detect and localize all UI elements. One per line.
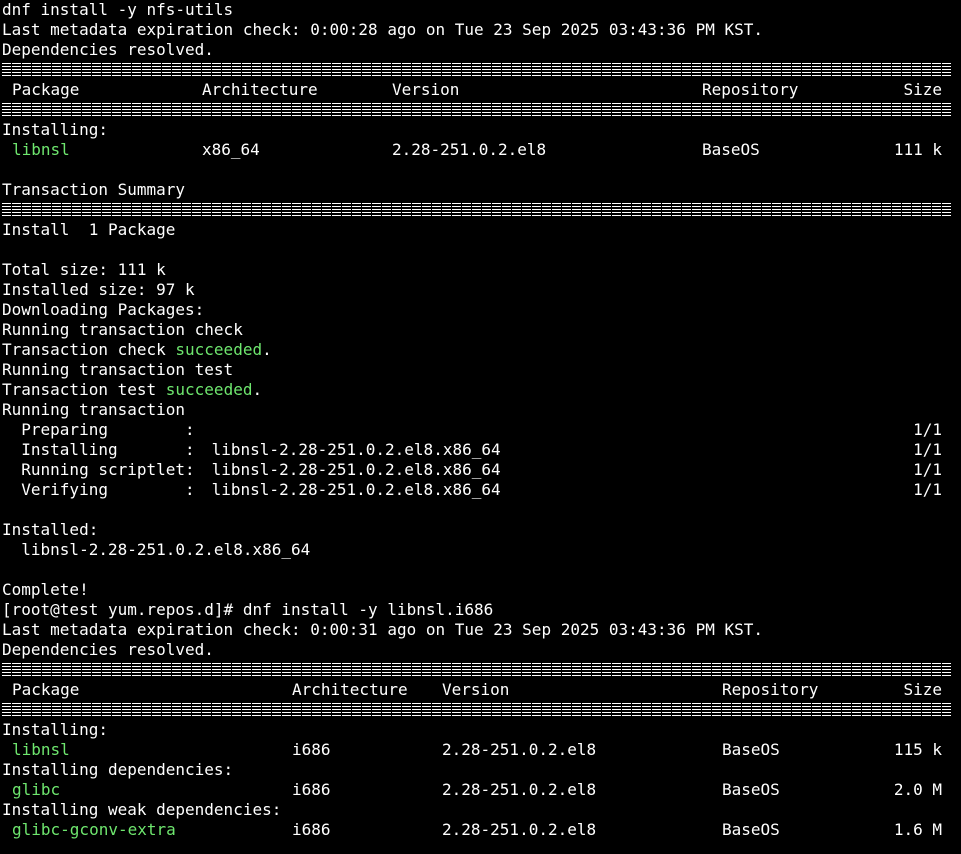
- check-prefix: Transaction check: [2, 340, 176, 359]
- installing-label: Installing:: [2, 120, 108, 139]
- table-header: Package Architecture Version Repository …: [0, 680, 961, 700]
- running-test-line: Running transaction test: [2, 360, 234, 379]
- step-count: 1/1: [913, 480, 942, 499]
- header-size: Size: [903, 680, 942, 699]
- package-size: 111 k: [893, 140, 942, 159]
- status-succeeded: succeeded: [165, 380, 253, 399]
- step-package: libnsl-2.28-251.0.2.el8.x86_64: [202, 460, 501, 479]
- metadata-line: Last metadata expiration check: 0:00:31 …: [2, 620, 763, 639]
- deps-resolved-line: Dependencies resolved.: [2, 640, 214, 659]
- transaction-step: Running scriptlet: libnsl-2.28-251.0.2.e…: [0, 460, 961, 480]
- installed-package: libnsl-2.28-251.0.2.el8.x86_64: [2, 540, 311, 559]
- package-name: libnsl: [12, 140, 70, 159]
- terminal-window[interactable]: dnf install -y nfs-utils Last metadata e…: [0, 0, 961, 854]
- deps-resolved-line: Dependencies resolved.: [2, 40, 214, 59]
- step-count: 1/1: [913, 420, 942, 439]
- package-name: libnsl: [12, 740, 70, 759]
- package-repo: BaseOS: [702, 140, 760, 159]
- test-result-line: Transaction test succeeded.: [0, 380, 961, 400]
- deps-label: Installing dependencies:: [2, 760, 234, 779]
- header-package: Package: [12, 680, 80, 699]
- installed-label: Installed:: [2, 520, 99, 539]
- package-version: 2.28-251.0.2.el8: [442, 780, 597, 799]
- package-arch: i686: [292, 740, 331, 759]
- transaction-step: Installing : libnsl-2.28-251.0.2.el8.x86…: [0, 440, 961, 460]
- header-repository: Repository: [702, 80, 799, 99]
- step-package: libnsl-2.28-251.0.2.el8.x86_64: [202, 440, 501, 459]
- header-version: Version: [442, 680, 510, 699]
- separator: [0, 60, 961, 80]
- package-size: 2.0 M: [893, 780, 942, 799]
- package-arch: i686: [292, 820, 331, 839]
- command-text: dnf install -y libnsl.i686: [242, 600, 494, 619]
- table-row: libnsl x86_64 2.28-251.0.2.el8 BaseOS 11…: [0, 140, 961, 160]
- step-package: libnsl-2.28-251.0.2.el8.x86_64: [202, 480, 501, 499]
- test-prefix: Transaction test: [2, 380, 166, 399]
- table-header: Package Architecture Version Repository …: [0, 80, 961, 100]
- table-row: libnsl i686 2.28-251.0.2.el8 BaseOS 115 …: [0, 740, 961, 760]
- header-version: Version: [392, 80, 460, 99]
- downloading-line: Downloading Packages:: [2, 300, 205, 319]
- command-line: dnf install -y nfs-utils: [2, 0, 234, 19]
- check-suffix: .: [262, 340, 272, 359]
- metadata-line: Last metadata expiration check: 0:00:28 …: [2, 20, 763, 39]
- separator: [0, 200, 961, 220]
- install-count: Install 1 Package: [2, 220, 176, 239]
- complete-line: Complete!: [2, 580, 89, 599]
- test-suffix: .: [252, 380, 263, 399]
- summary-title: Transaction Summary: [2, 180, 186, 199]
- check-result-line: Transaction check succeeded.: [0, 340, 961, 360]
- prompt-line[interactable]: [root@test yum.repos.d]# dnf install -y …: [0, 600, 961, 620]
- package-repo: BaseOS: [722, 780, 780, 799]
- package-version: 2.28-251.0.2.el8: [392, 140, 547, 159]
- step-label: Running scriptlet:: [2, 460, 195, 479]
- separator: [0, 700, 961, 720]
- step-count: 1/1: [913, 440, 942, 459]
- table-row: glibc i686 2.28-251.0.2.el8 BaseOS 2.0 M: [0, 780, 961, 800]
- separator: [0, 100, 961, 120]
- package-name: glibc-gconv-extra: [12, 820, 176, 839]
- header-repository: Repository: [722, 680, 819, 699]
- header-architecture: Architecture: [202, 80, 318, 99]
- separator: [0, 660, 961, 680]
- shell-prompt: [root@test yum.repos.d]#: [2, 600, 243, 619]
- installed-size: Installed size: 97 k: [2, 280, 195, 299]
- package-size: 1.6 M: [893, 820, 942, 839]
- running-transaction-line: Running transaction: [2, 400, 186, 419]
- step-label: Verifying :: [2, 480, 195, 499]
- package-repo: BaseOS: [722, 740, 780, 759]
- package-arch: i686: [292, 780, 331, 799]
- package-repo: BaseOS: [722, 820, 780, 839]
- total-size: Total size: 111 k: [2, 260, 166, 279]
- installing-label: Installing:: [2, 720, 108, 739]
- status-succeeded: succeeded: [175, 340, 263, 359]
- package-size: 115 k: [893, 740, 942, 759]
- header-architecture: Architecture: [292, 680, 408, 699]
- table-row: glibc-gconv-extra i686 2.28-251.0.2.el8 …: [0, 820, 961, 840]
- weak-deps-label: Installing weak dependencies:: [2, 800, 282, 819]
- header-package: Package: [12, 80, 80, 99]
- running-check-line: Running transaction check: [2, 320, 243, 339]
- transaction-step: Verifying : libnsl-2.28-251.0.2.el8.x86_…: [0, 480, 961, 500]
- transaction-step: Preparing : 1/1: [0, 420, 961, 440]
- package-arch: x86_64: [202, 140, 260, 159]
- step-count: 1/1: [913, 460, 942, 479]
- step-label: Preparing :: [2, 420, 195, 439]
- header-size: Size: [903, 80, 942, 99]
- package-name: glibc: [12, 780, 61, 799]
- package-version: 2.28-251.0.2.el8: [442, 740, 597, 759]
- package-version: 2.28-251.0.2.el8: [442, 820, 597, 839]
- step-label: Installing :: [2, 440, 195, 459]
